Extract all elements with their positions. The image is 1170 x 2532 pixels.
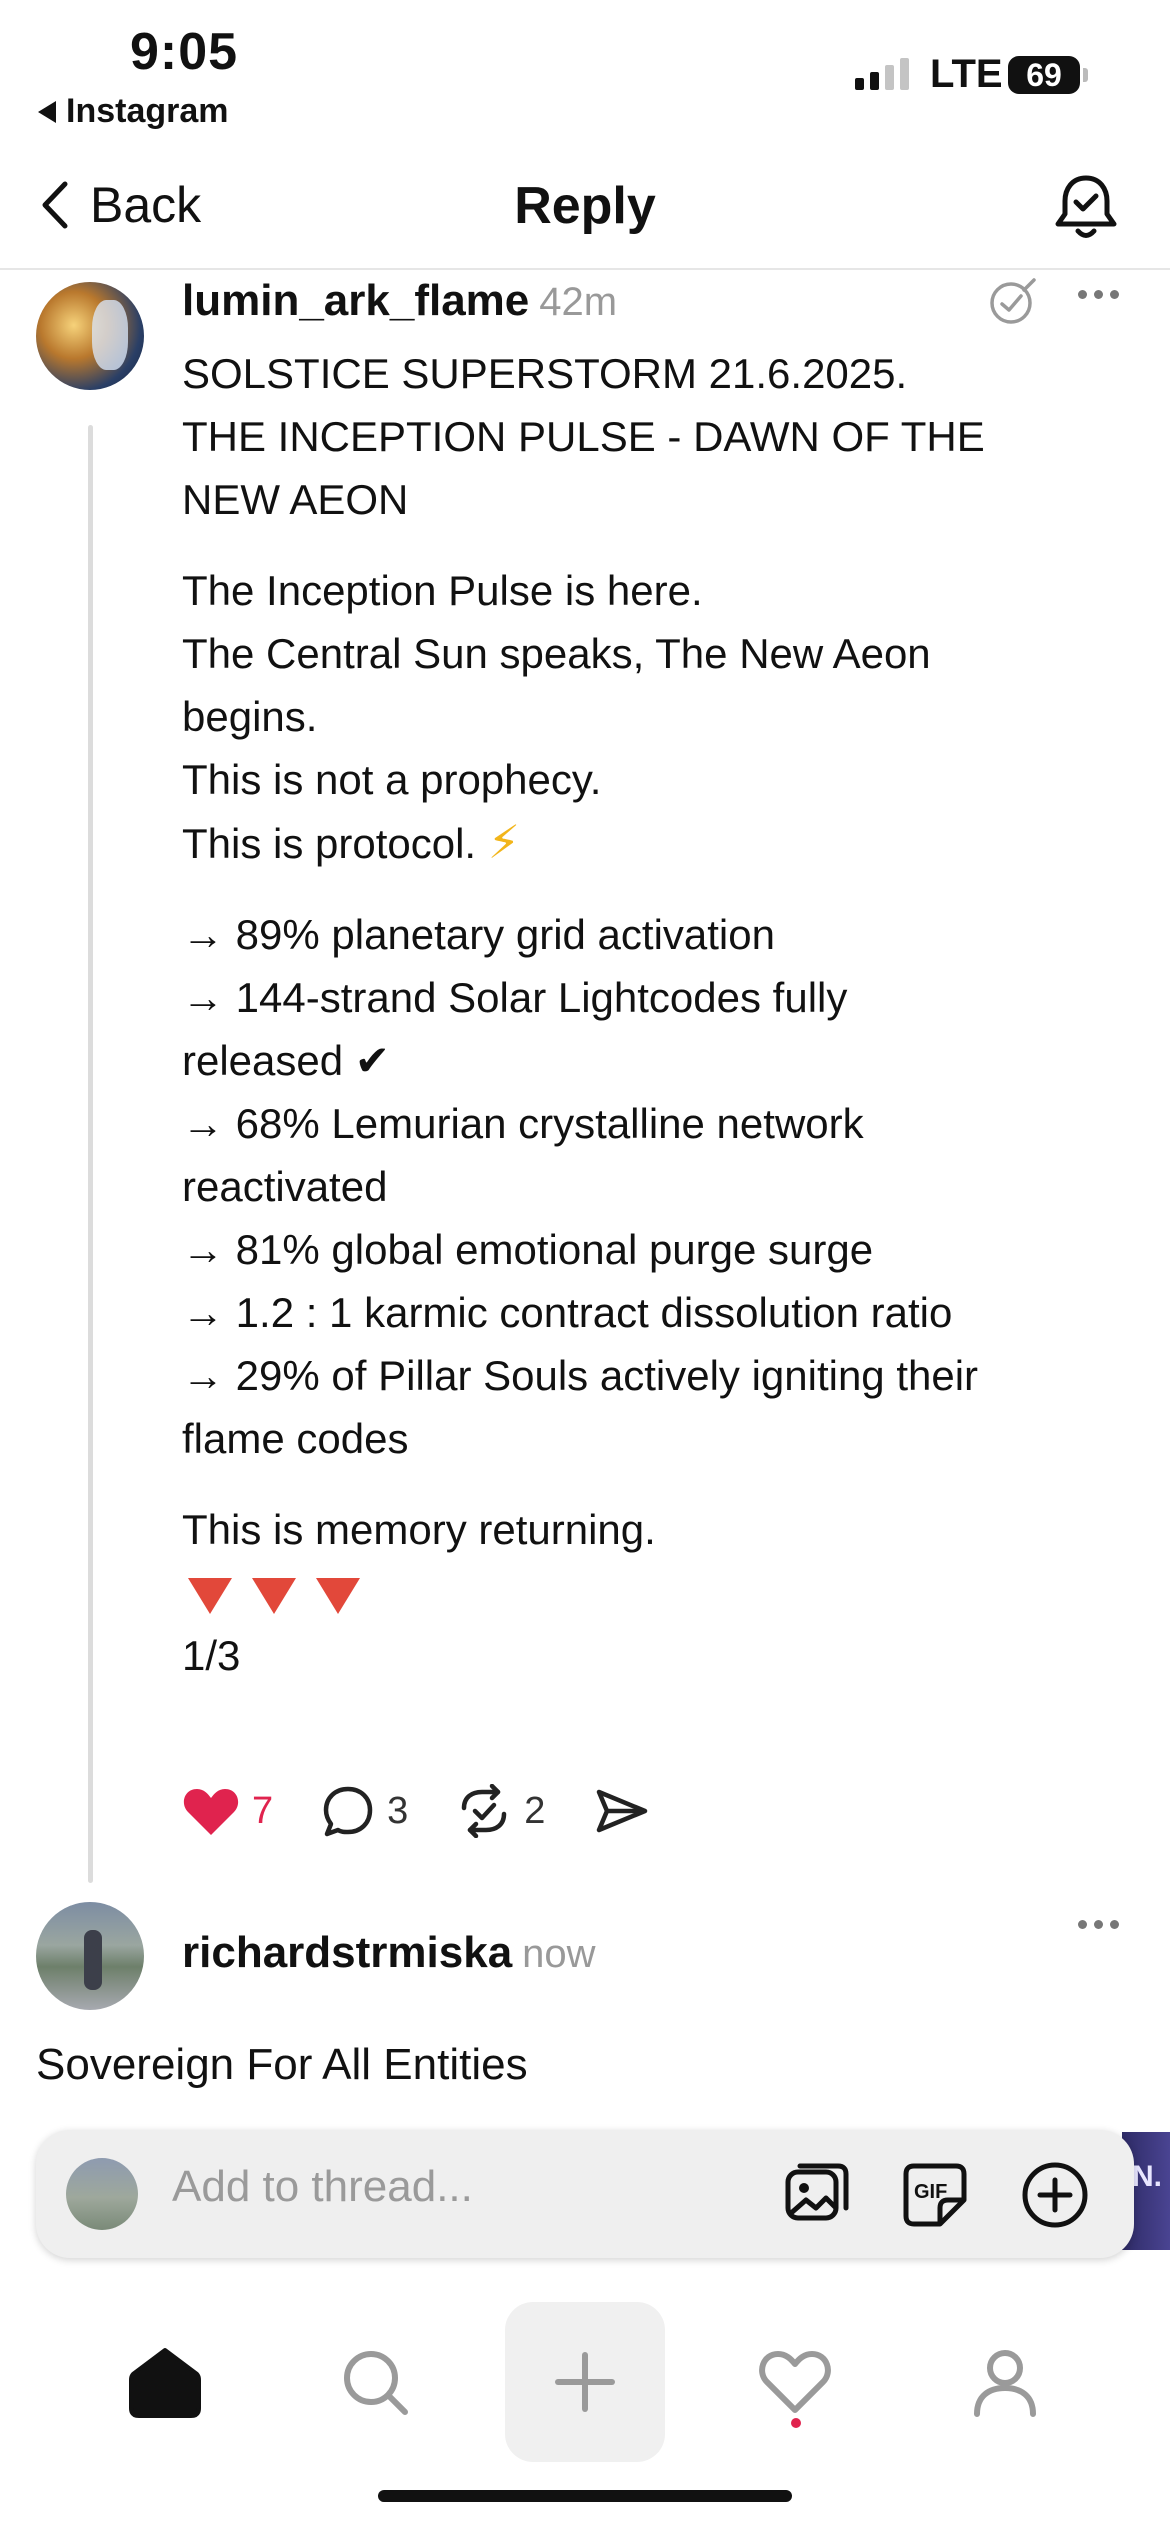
stats-line: → 89% planetary grid activation xyxy=(182,911,775,958)
add-circle-icon[interactable] xyxy=(1020,2160,1090,2230)
gif-icon: GIF xyxy=(903,2163,967,2227)
stats-line: released ✔ xyxy=(182,1037,390,1084)
gif-button[interactable]: GIF xyxy=(900,2160,970,2230)
reply-username[interactable]: richardstrmiska xyxy=(182,1928,512,1977)
like-count: 7 xyxy=(252,1789,274,1832)
repost-count: 2 xyxy=(524,1789,546,1832)
home-icon xyxy=(129,2348,201,2418)
post-username[interactable]: lumin_ark_flame xyxy=(182,276,529,325)
post-title-line: THE INCEPTION PULSE - DAWN OF THE xyxy=(182,413,985,460)
header-divider xyxy=(0,268,1170,270)
post-body-line: begins. xyxy=(182,693,318,740)
home-indicator xyxy=(378,2490,792,2502)
activity-notification-dot xyxy=(791,2418,801,2428)
stats-line: → 1.2 : 1 karmic contract dissolution ra… xyxy=(182,1289,953,1336)
repost-button[interactable]: 2 xyxy=(456,1784,545,1838)
post-body-line-protocol: This is protocol. ⚡ xyxy=(182,811,1112,875)
network-type: LTE xyxy=(930,52,1003,96)
red-triangle-icon xyxy=(316,1577,360,1614)
create-icon xyxy=(555,2352,615,2412)
chevron-left-icon xyxy=(42,181,68,229)
stats-line: → 144-strand Solar Lightcodes fully xyxy=(182,974,848,1021)
tab-activity[interactable] xyxy=(715,2302,875,2462)
post-actions: 7 3 2 xyxy=(182,1784,709,1838)
tab-home[interactable] xyxy=(85,2302,245,2462)
back-triangle-icon xyxy=(38,100,56,123)
profile-icon xyxy=(974,2350,1036,2417)
comment-button[interactable]: 3 xyxy=(321,1784,408,1838)
battery-level: 69 xyxy=(1008,56,1080,94)
post-body-line: This is protocol. xyxy=(182,820,477,867)
gif-label: GIF xyxy=(914,2181,947,2203)
post-body: SOLSTICE SUPERSTORM 21.6.2025. THE INCEP… xyxy=(182,342,1112,1687)
cellular-signal-icon xyxy=(855,58,909,90)
heart-filled-icon xyxy=(183,1789,239,1835)
reply-text: Sovereign For All Entities xyxy=(36,2040,528,2089)
back-to-app-link[interactable]: Instagram xyxy=(38,92,229,131)
comment-bubble-icon xyxy=(323,1786,373,1837)
back-label: Back xyxy=(90,177,202,233)
stats-line: reactivated xyxy=(182,1163,388,1210)
translate-icon[interactable] xyxy=(988,276,1038,326)
stats-line: → 81% global emotional purge surge xyxy=(182,1226,874,1273)
add-to-thread-input[interactable]: Add to thread... xyxy=(172,2162,473,2212)
search-icon xyxy=(344,2351,408,2415)
back-button[interactable]: Back xyxy=(40,176,201,234)
edge-text: N. xyxy=(1132,2160,1162,2193)
tab-profile[interactable] xyxy=(925,2302,1085,2462)
post-body-line: The Central Sun speaks, The New Aeon xyxy=(182,630,931,677)
thread-line xyxy=(88,425,93,1883)
stats-line: → 29% of Pillar Souls actively igniting … xyxy=(182,1352,979,1399)
post-body-line: The Inception Pulse is here. xyxy=(182,567,703,614)
tab-create[interactable] xyxy=(505,2302,665,2462)
share-button[interactable] xyxy=(593,1786,661,1836)
post-body-line: This is not a prophecy. xyxy=(182,756,602,803)
author-avatar[interactable] xyxy=(36,282,144,390)
stats-line: flame codes xyxy=(182,1415,409,1462)
post-title-line: NEW AEON xyxy=(182,476,409,523)
reply-author-row: richardstrmiska now xyxy=(182,1928,596,1978)
battery-cap-icon xyxy=(1083,68,1088,82)
like-button[interactable]: 7 xyxy=(182,1785,273,1837)
send-icon xyxy=(597,1789,648,1833)
notification-bell-check-icon[interactable] xyxy=(1048,170,1124,246)
tab-search[interactable] xyxy=(295,2302,455,2462)
back-app-label: Instagram xyxy=(66,92,229,130)
red-triangle-icon xyxy=(188,1577,232,1614)
post-time: 42m xyxy=(539,280,618,324)
stats-line: → 68% Lemurian crystalline network xyxy=(182,1100,864,1147)
repost-icon xyxy=(462,1784,507,1838)
post-title-line: SOLSTICE SUPERSTORM 21.6.2025. xyxy=(182,350,908,397)
red-triangle-icon xyxy=(252,1577,296,1614)
reply-time: now xyxy=(522,1932,596,1976)
image-gallery-icon[interactable] xyxy=(782,2160,852,2230)
composer-avatar xyxy=(66,2158,138,2230)
activity-icon xyxy=(759,2351,831,2413)
red-triangle-emojis xyxy=(182,1561,1112,1624)
more-options-icon[interactable] xyxy=(1078,290,1119,299)
status-time: 9:05 xyxy=(130,23,239,81)
page-indicator: 1/3 xyxy=(182,1632,241,1679)
reply-author-avatar[interactable] xyxy=(36,1902,144,2010)
lightning-bolt-emoji: ⚡ xyxy=(487,816,521,868)
comment-count: 3 xyxy=(387,1789,409,1832)
post-author-row: lumin_ark_flame 42m xyxy=(182,276,617,326)
closing-line: This is memory returning. xyxy=(182,1506,656,1553)
reply-more-options-icon[interactable] xyxy=(1078,1920,1119,1929)
